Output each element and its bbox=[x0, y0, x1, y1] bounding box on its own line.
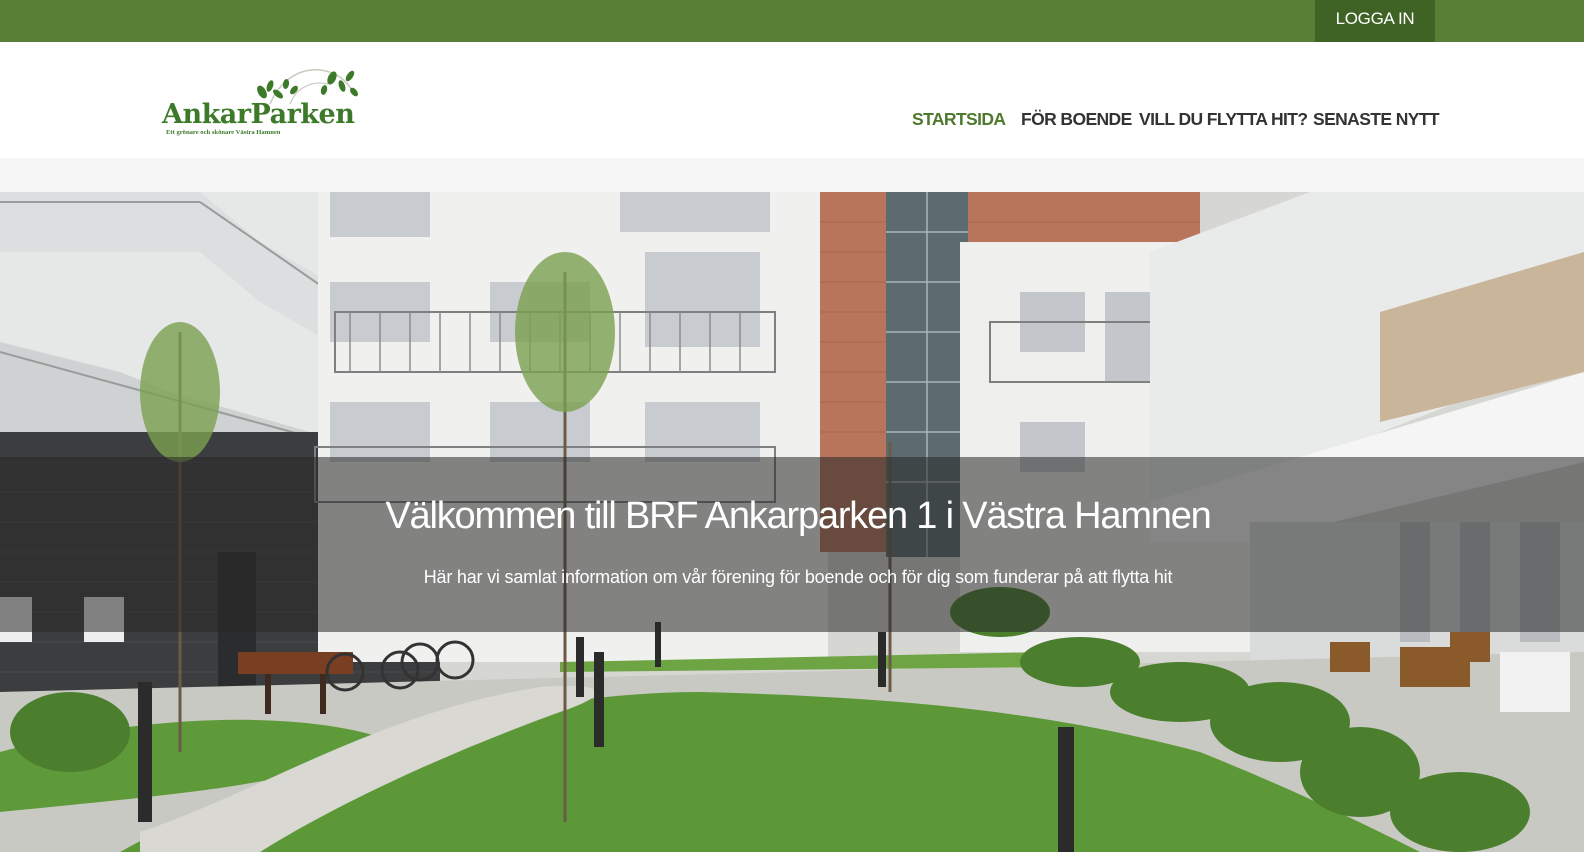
site-header: AnkarParken Ett grönare och skönare Väst… bbox=[0, 42, 1584, 158]
main-nav: STARTSIDA FÖR BOENDE VILL DU FLYTTA HIT?… bbox=[0, 109, 1584, 135]
login-button[interactable]: LOGGA IN bbox=[1315, 0, 1435, 42]
hero-title: Välkommen till BRF Ankarparken 1 i Västr… bbox=[385, 495, 1211, 537]
nav-item-for-boende[interactable]: FÖR BOENDE bbox=[1021, 109, 1132, 130]
top-utility-bar: LOGGA IN bbox=[0, 0, 1584, 42]
nav-item-startsida[interactable]: STARTSIDA bbox=[912, 109, 1006, 130]
hero-text-overlay bbox=[0, 457, 1584, 632]
nav-item-vill-du-flytta-hit[interactable]: VILL DU FLYTTA HIT? bbox=[1139, 109, 1308, 130]
header-divider bbox=[0, 158, 1584, 192]
nav-item-senaste-nytt[interactable]: SENASTE NYTT bbox=[1313, 109, 1440, 130]
hero-section: Välkommen till BRF Ankarparken 1 i Västr… bbox=[0, 192, 1584, 852]
hero-subtitle: Här har vi samlat information om vår för… bbox=[423, 567, 1173, 587]
